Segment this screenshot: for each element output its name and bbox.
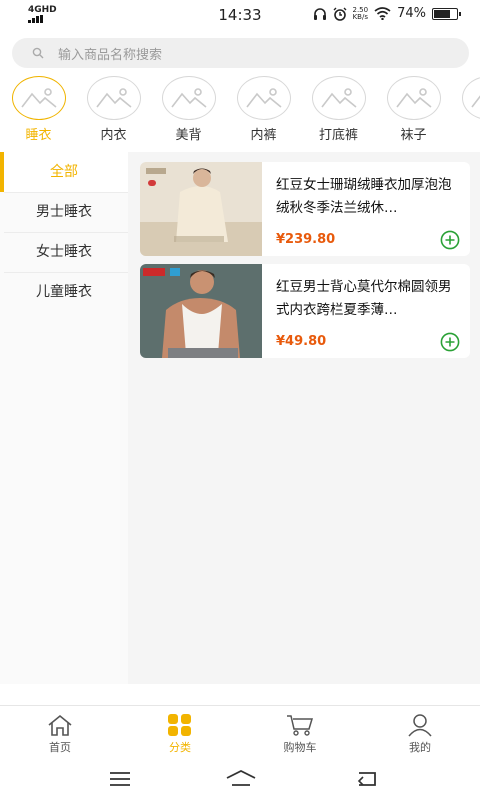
home-icon: [48, 714, 72, 736]
search-bar[interactable]: 输入商品名称搜索: [12, 38, 469, 68]
category-item-leggings[interactable]: 打底裤: [301, 76, 376, 148]
category-label: 睡衣: [25, 128, 52, 143]
category-item-underwear[interactable]: 内衣: [76, 76, 151, 148]
tab-cart[interactable]: 购物车: [240, 706, 360, 761]
tab-home[interactable]: 首页: [0, 706, 120, 761]
product-list: 红豆女士珊瑚绒睡衣加厚泡泡绒秋冬季法兰绒休… ¥239.80 红豆男士背心莫代尔…: [128, 152, 480, 684]
headphones-icon: [313, 8, 326, 20]
sidebar-item-mens-pajamas[interactable]: 男士睡衣: [0, 192, 128, 232]
subcategory-sidebar: 全部 男士睡衣 女士睡衣 儿童睡衣: [0, 152, 128, 684]
alarm-icon: [333, 7, 346, 21]
tab-label: 购物车: [283, 741, 317, 754]
product-image: [140, 162, 262, 256]
tab-label: 首页: [49, 741, 71, 754]
search-input[interactable]: 输入商品名称搜索: [58, 44, 162, 63]
system-nav-bar: [0, 761, 480, 800]
wifi-icon: [374, 7, 391, 20]
status-icons: 2.50 KB/s 74%: [313, 5, 461, 21]
battery-percent: 74%: [397, 6, 426, 21]
cart-icon: [287, 715, 314, 736]
tab-category[interactable]: 分类: [120, 706, 240, 761]
image-placeholder-icon: [311, 76, 366, 120]
search-icon: [32, 47, 44, 59]
category-label: 打底裤: [318, 128, 358, 143]
status-bar: 4GHD 14:33 2.50 KB/s 74%: [0, 0, 480, 30]
bottom-tab-bar: 首页 分类 购物车 我的: [0, 705, 480, 761]
category-label: 内裤: [250, 128, 277, 143]
tab-me[interactable]: 我的: [360, 706, 480, 761]
product-price: ¥239.80: [276, 232, 336, 247]
sidebar-item-kids-pajamas[interactable]: 儿童睡衣: [0, 272, 128, 312]
back-icon[interactable]: [355, 769, 379, 789]
category-item-thermal[interactable]: 保: [451, 76, 480, 148]
user-icon: [408, 714, 432, 737]
category-label: 内衣: [100, 128, 127, 143]
product-card[interactable]: 红豆女士珊瑚绒睡衣加厚泡泡绒秋冬季法兰绒休… ¥239.80: [140, 162, 470, 256]
image-placeholder-icon: [161, 76, 216, 120]
image-placeholder-icon: [461, 76, 480, 120]
add-to-cart-icon[interactable]: [440, 332, 460, 352]
tab-label: 分类: [169, 741, 191, 754]
category-strip[interactable]: 睡衣 内衣 美背 内裤 打底裤 袜子 保: [0, 76, 480, 148]
menu-icon[interactable]: [108, 769, 132, 789]
category-label: 美背: [175, 128, 202, 143]
tab-label: 我的: [409, 741, 431, 754]
category-item-pajamas[interactable]: 睡衣: [1, 76, 76, 148]
add-to-cart-icon[interactable]: [440, 230, 460, 250]
image-placeholder-icon: [11, 76, 66, 120]
category-item-beauty-back[interactable]: 美背: [151, 76, 226, 148]
category-icon: [168, 714, 191, 736]
product-price: ¥49.80: [276, 334, 327, 349]
sidebar-item-all[interactable]: 全部: [0, 152, 128, 192]
net-speed: 2.50 KB/s: [352, 5, 369, 21]
battery-icon: [432, 7, 461, 20]
category-item-socks[interactable]: 袜子: [376, 76, 451, 148]
category-item-briefs[interactable]: 内裤: [226, 76, 301, 148]
category-label: 袜子: [400, 128, 427, 143]
image-placeholder-icon: [236, 76, 291, 120]
product-card[interactable]: 红豆男士背心莫代尔棉圆领男式内衣跨栏夏季薄… ¥49.80: [140, 264, 470, 358]
image-placeholder-icon: [86, 76, 141, 120]
image-placeholder-icon: [386, 76, 441, 120]
product-title: 红豆女士珊瑚绒睡衣加厚泡泡绒秋冬季法兰绒休…: [276, 177, 452, 216]
home-nav-icon[interactable]: [225, 769, 257, 789]
sidebar-item-womens-pajamas[interactable]: 女士睡衣: [0, 232, 128, 272]
product-title: 红豆男士背心莫代尔棉圆领男式内衣跨栏夏季薄…: [276, 279, 452, 318]
product-image: [140, 264, 262, 358]
